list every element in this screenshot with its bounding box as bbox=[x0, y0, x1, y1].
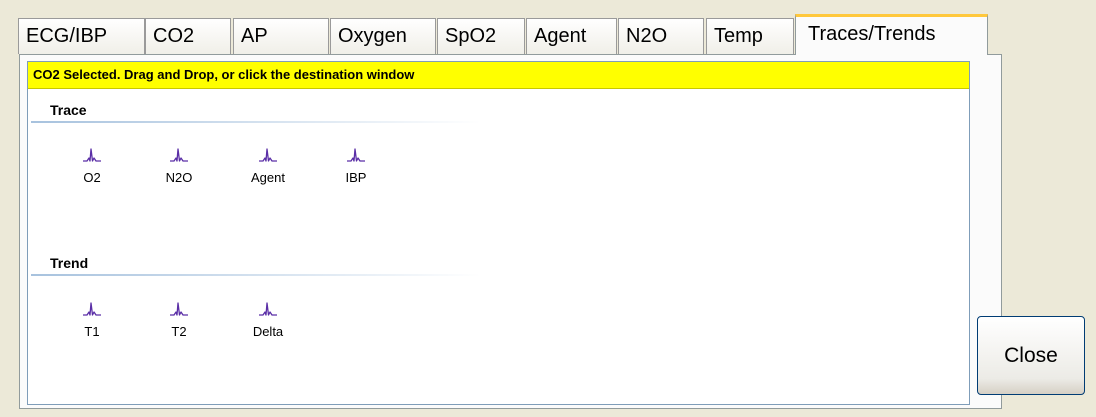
tab-ecg-ibp[interactable]: ECG/IBP bbox=[18, 18, 145, 54]
trend-item-delta[interactable]: Delta bbox=[233, 300, 303, 339]
trace-item-label: O2 bbox=[83, 170, 101, 185]
trace-item-label: Agent bbox=[251, 170, 285, 185]
tab-oxygen[interactable]: Oxygen bbox=[330, 18, 436, 54]
trend-item-t2[interactable]: T2 bbox=[144, 300, 214, 339]
tab-traces-trends[interactable]: Traces/Trends bbox=[795, 14, 988, 55]
trend-item-label: T1 bbox=[84, 324, 100, 339]
waveform-icon bbox=[83, 302, 101, 316]
trace-section-title: Trace bbox=[50, 102, 87, 118]
waveform-icon bbox=[259, 148, 277, 162]
trace-item-label: N2O bbox=[165, 170, 193, 185]
trace-item-label: IBP bbox=[345, 170, 367, 185]
trace-item-o2[interactable]: O2 bbox=[57, 146, 127, 185]
waveform-icon bbox=[83, 148, 101, 162]
trend-section-divider bbox=[31, 274, 481, 276]
tab-ap[interactable]: AP bbox=[233, 18, 329, 54]
tab-n2o[interactable]: N2O bbox=[618, 18, 704, 54]
status-message: CO2 Selected. Drag and Drop, or click th… bbox=[28, 62, 969, 89]
trace-section-divider bbox=[31, 121, 481, 123]
tab-temp[interactable]: Temp bbox=[706, 18, 794, 54]
waveform-icon bbox=[259, 302, 277, 316]
tab-spo2[interactable]: SpO2 bbox=[437, 18, 525, 54]
waveform-icon bbox=[170, 148, 188, 162]
waveform-icon bbox=[347, 148, 365, 162]
tab-co2[interactable]: CO2 bbox=[145, 18, 231, 54]
trend-section-title: Trend bbox=[50, 255, 89, 271]
tab-agent[interactable]: Agent bbox=[526, 18, 617, 54]
trend-item-t1[interactable]: T1 bbox=[57, 300, 127, 339]
tab-strip: ECG/IBP CO2 AP Oxygen SpO2 Agent N2O Tem… bbox=[18, 14, 1018, 55]
trace-item-agent[interactable]: Agent bbox=[233, 146, 303, 185]
close-button[interactable]: Close bbox=[977, 316, 1085, 395]
trace-item-ibp[interactable]: IBP bbox=[321, 146, 391, 185]
waveform-icon bbox=[170, 302, 188, 316]
trend-item-label: Delta bbox=[252, 324, 284, 339]
destination-window[interactable]: CO2 Selected. Drag and Drop, or click th… bbox=[27, 61, 970, 405]
trace-item-n2o[interactable]: N2O bbox=[144, 146, 214, 185]
trend-item-label: T2 bbox=[171, 324, 187, 339]
